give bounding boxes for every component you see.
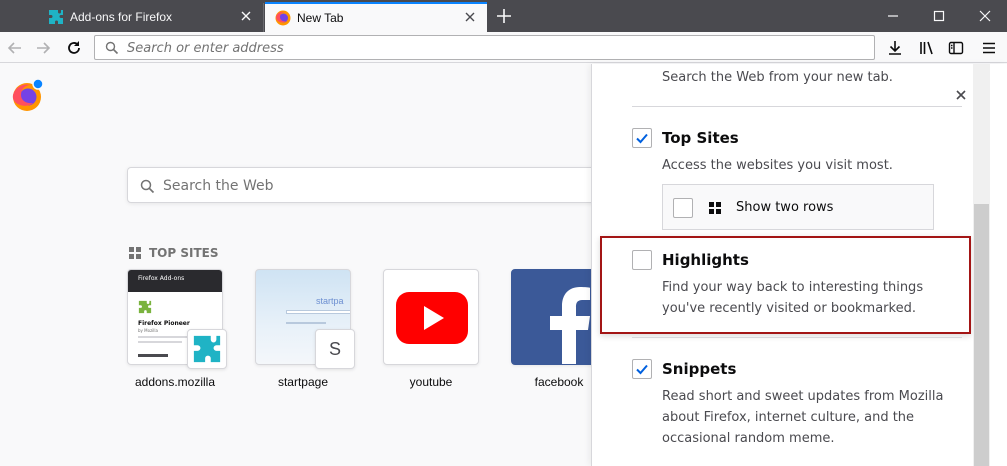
puzzle-icon — [138, 300, 152, 314]
divider — [632, 106, 962, 107]
new-tab-preferences-panel: Search the Web from your new tab. Top Si… — [591, 64, 1007, 466]
scrollbar-thumb[interactable] — [974, 204, 989, 466]
snippets-checkbox[interactable] — [632, 359, 652, 379]
tile-badge: S — [315, 329, 355, 369]
tile-label: startpage — [277, 375, 329, 389]
snippets-pref-desc-line3: occasional random meme. — [662, 431, 835, 446]
nav-toolbar — [0, 32, 1007, 63]
prefs-scrollbar[interactable] — [973, 64, 990, 466]
sidebar-toggle-icon[interactable] — [947, 39, 965, 57]
web-search-input[interactable] — [163, 176, 583, 196]
addons-thumb-by: by Mozilla — [138, 328, 158, 333]
maximize-icon[interactable] — [931, 8, 947, 24]
snippets-pref-title: Snippets — [662, 360, 737, 378]
thumb-text-line — [138, 336, 188, 338]
tab-strip: Add-ons for Firefox New Tab — [0, 0, 1007, 32]
top-sites-pref-title: Top Sites — [662, 129, 739, 147]
highlights-pref-desc-line1: Find your way back to interesting things — [662, 280, 924, 295]
thumb-text-line — [138, 341, 182, 343]
highlights-pref-desc-line2: you've recently visited or bookmarked. — [662, 301, 916, 316]
address-bar[interactable] — [94, 35, 875, 60]
addons-thumb-brand: Firefox Add-ons — [138, 275, 185, 282]
tab-title: Add-ons for Firefox — [70, 10, 173, 24]
top-site-tile-youtube[interactable]: youtube — [383, 269, 479, 389]
top-sites-header: TOP SITES — [128, 246, 219, 260]
top-site-tile-addons[interactable]: Firefox Add-ons Firefox Pioneer by Mozil… — [127, 269, 227, 389]
checkmark-icon — [636, 364, 648, 375]
forward-arrow-icon[interactable] — [34, 39, 52, 57]
close-icon[interactable] — [463, 10, 477, 24]
highlights-checkbox[interactable] — [632, 250, 652, 270]
snippets-pref-desc-line2: about Firefox, internet culture, and the — [662, 410, 915, 425]
search-pref-desc: Search the Web from your new tab. — [662, 70, 893, 85]
thumb-button — [138, 354, 168, 357]
top-sites-checkbox[interactable] — [632, 128, 652, 148]
addons-thumb-heading: Firefox Pioneer — [138, 320, 190, 327]
search-icon — [140, 179, 155, 194]
url-input[interactable] — [127, 39, 847, 57]
addons-thumb-header: Firefox Add-ons — [128, 270, 222, 292]
hamburger-menu-icon[interactable] — [980, 39, 998, 57]
puzzle-icon — [193, 335, 221, 363]
grid-icon — [709, 202, 721, 214]
search-icon — [105, 41, 119, 55]
firefox-icon — [275, 10, 291, 26]
thumb-text-line — [286, 322, 326, 324]
tile-thumbnail — [383, 269, 479, 365]
show-two-rows-checkbox[interactable] — [673, 198, 693, 218]
firefox-logo-icon — [12, 78, 44, 111]
close-icon[interactable] — [239, 9, 253, 23]
tile-label: addons.mozilla — [134, 375, 216, 389]
youtube-logo-icon — [396, 292, 468, 344]
snippets-pref-desc-line1: Read short and sweet updates from Mozill… — [662, 389, 944, 404]
puzzle-icon — [49, 10, 63, 24]
thumb-search-box — [286, 310, 350, 314]
tab-title: New Tab — [297, 11, 344, 25]
top-sites-title: TOP SITES — [149, 246, 219, 260]
divider — [632, 337, 962, 338]
highlights-pref-title: Highlights — [662, 251, 749, 269]
back-arrow-icon[interactable] — [6, 39, 24, 57]
window-close-icon[interactable] — [977, 8, 993, 24]
startpage-thumb-brand: startpa — [316, 296, 344, 306]
tab-addons[interactable]: Add-ons for Firefox — [38, 3, 264, 32]
show-two-rows-label: Show two rows — [736, 200, 834, 215]
top-site-tile-startpage[interactable]: startpa S startpage — [255, 269, 355, 389]
new-tab-plus-icon[interactable] — [495, 7, 513, 25]
library-icon[interactable] — [918, 39, 936, 57]
minimize-icon[interactable] — [885, 8, 901, 24]
tile-badge — [187, 329, 227, 369]
checkmark-icon — [636, 133, 648, 144]
reload-icon[interactable] — [65, 39, 83, 57]
grid-icon — [129, 247, 141, 259]
downloads-icon[interactable] — [886, 39, 904, 57]
facebook-logo-icon — [550, 287, 590, 364]
show-two-rows-option: Show two rows — [662, 184, 934, 230]
top-sites-pref-desc: Access the websites you visit most. — [662, 158, 893, 173]
close-icon[interactable] — [954, 88, 968, 102]
tab-new-tab[interactable]: New Tab — [265, 2, 487, 32]
tile-label: youtube — [409, 375, 453, 389]
